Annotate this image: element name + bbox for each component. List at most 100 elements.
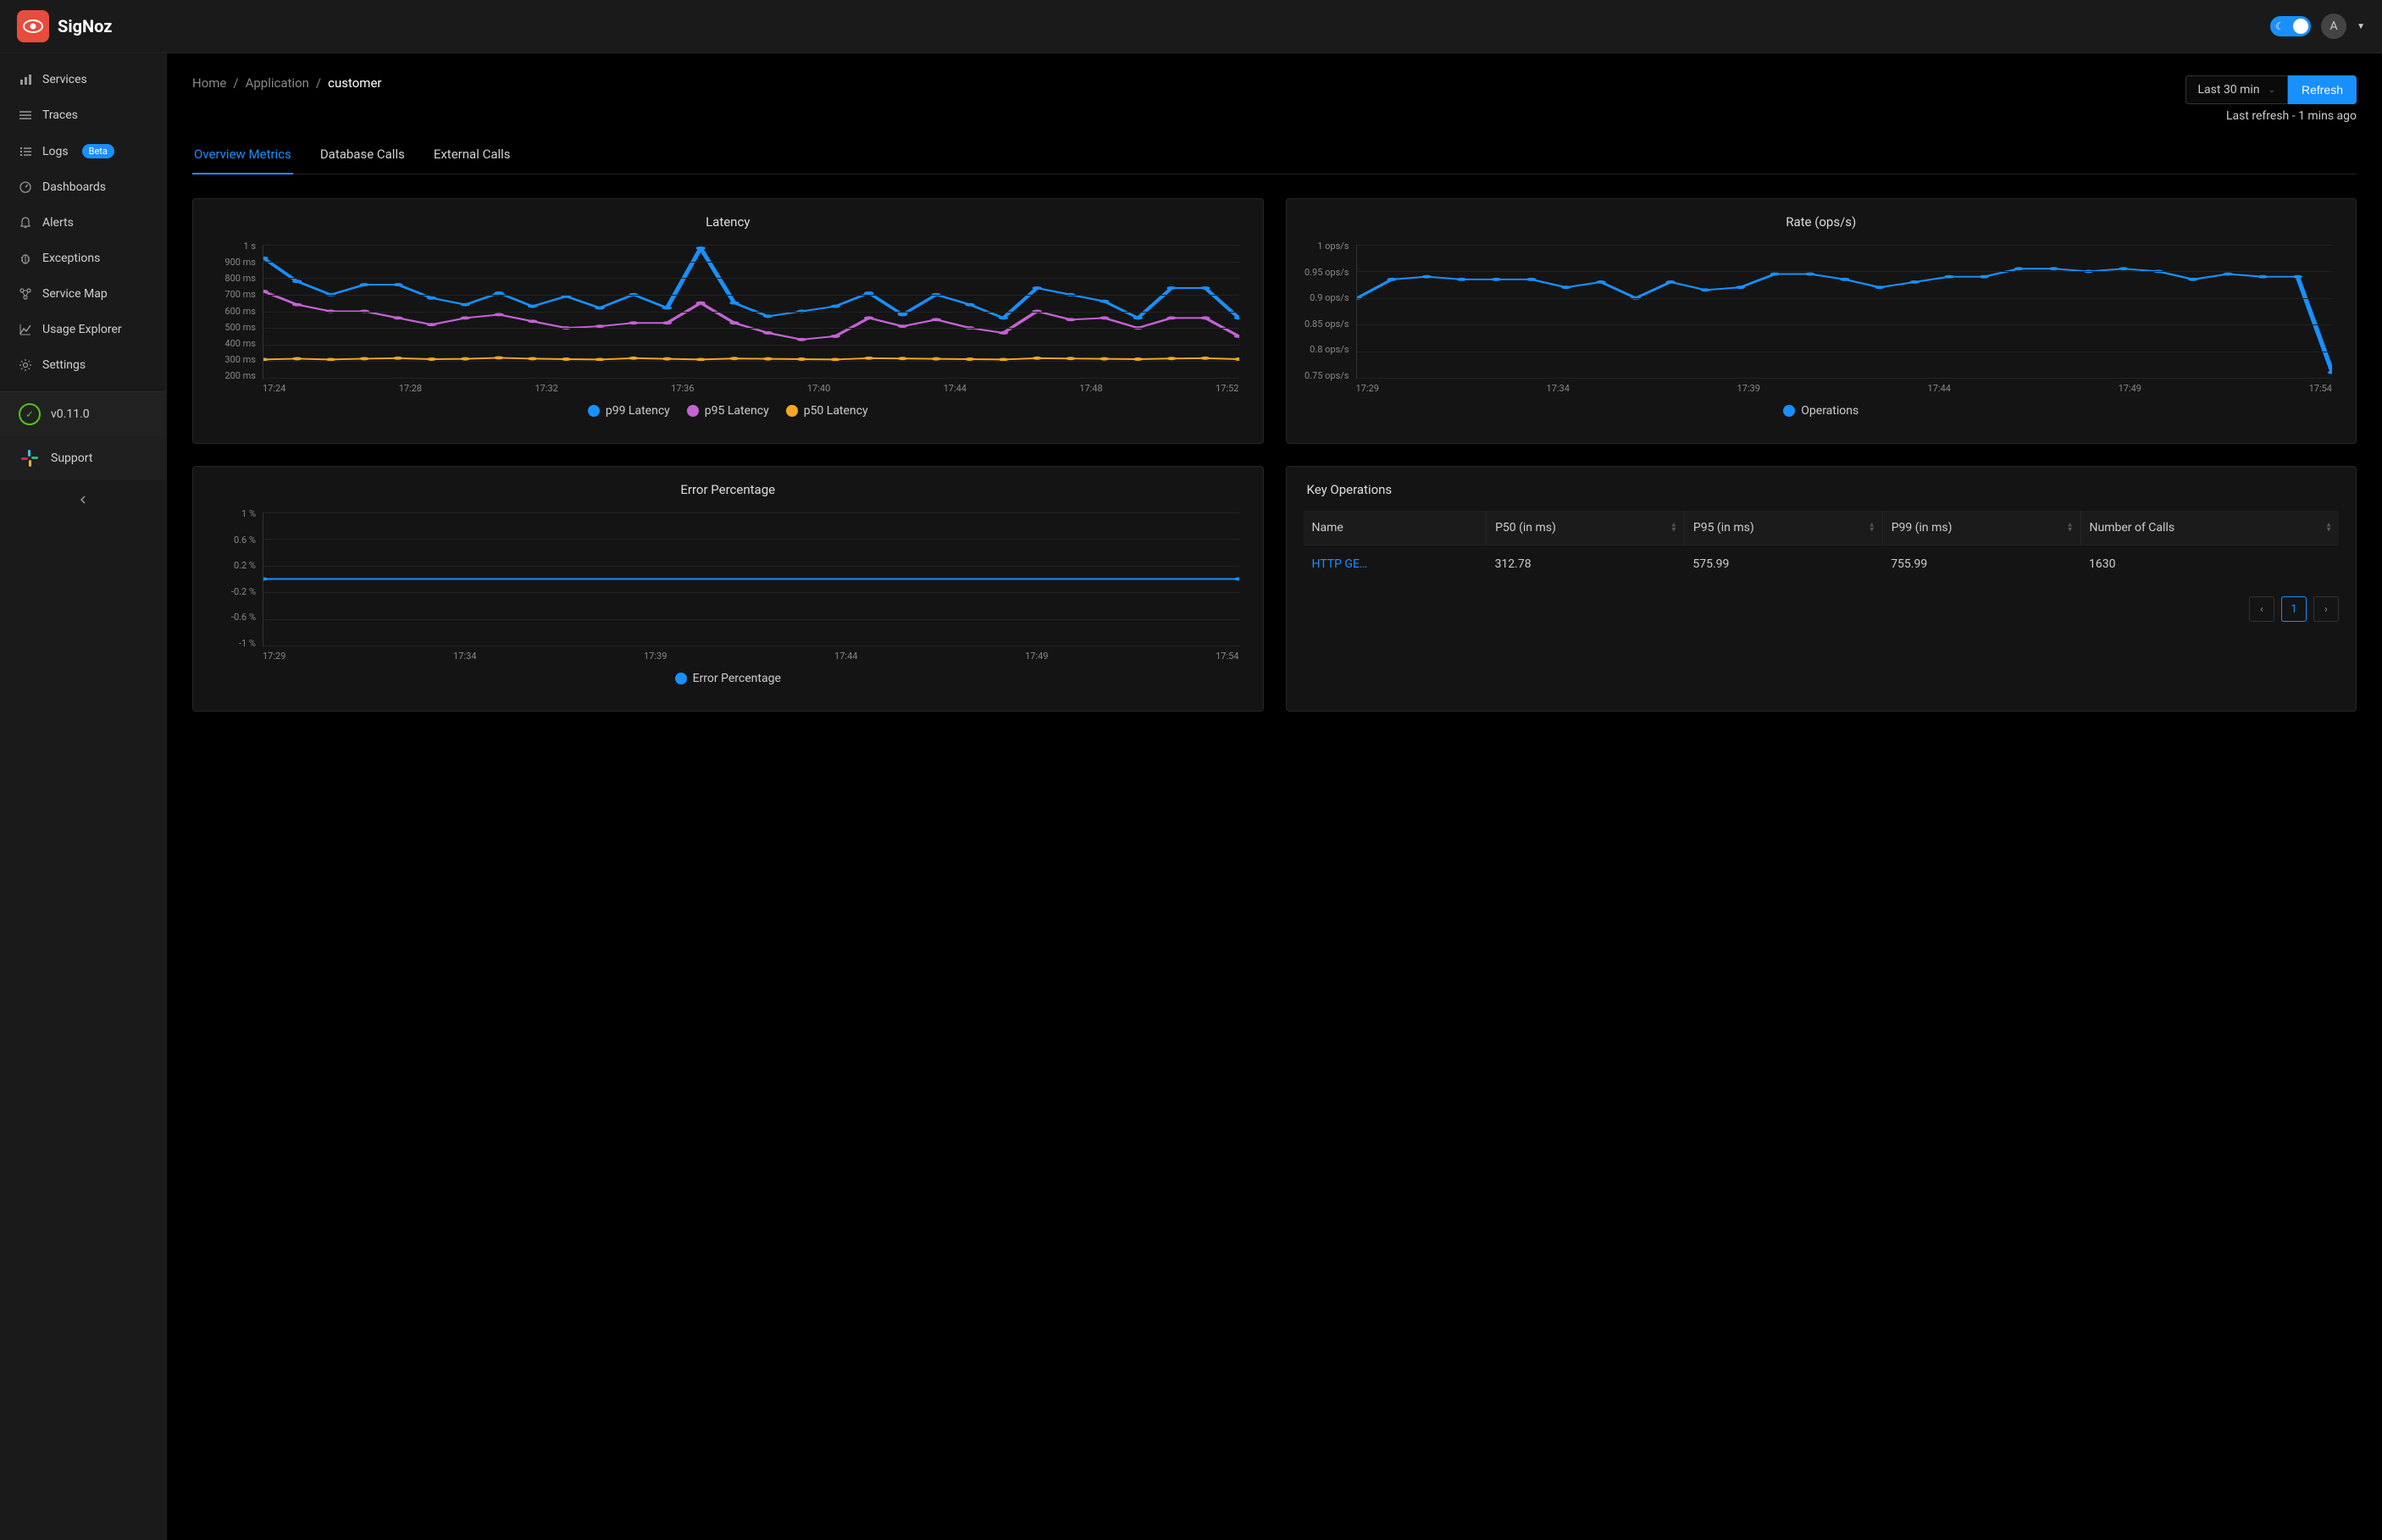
tab-overview-metrics[interactable]: Overview Metrics: [192, 138, 293, 174]
chevron-down-icon[interactable]: ▼: [2357, 22, 2365, 31]
sidebar-item-label: Logs: [42, 145, 69, 158]
key-operations-panel: Key Operations Name P50 (in ms)▲▼ P95 (i…: [1286, 466, 2357, 712]
time-range-label: Last 30 min: [2198, 83, 2260, 97]
sidebar-item-label: Services: [42, 73, 87, 86]
time-range-select[interactable]: Last 30 min ⌄: [2185, 75, 2288, 104]
sidebar-item-exceptions[interactable]: Exceptions: [0, 241, 166, 276]
panel-title: Error Percentage: [210, 482, 1246, 497]
table-row[interactable]: HTTP GE… 312.78 575.99 755.99 1630: [1304, 546, 2340, 584]
menu-lines-icon: [19, 110, 32, 120]
breadcrumb-current: customer: [328, 75, 381, 91]
panel-title: Rate (ops/s): [1304, 214, 2340, 230]
tabs: Overview Metrics Database Calls External…: [192, 138, 2357, 174]
sidebar-item-usage-explorer[interactable]: Usage Explorer: [0, 312, 166, 347]
sidebar-item-services[interactable]: Services: [0, 62, 166, 97]
support-label: Support: [51, 451, 92, 465]
dark-mode-toggle[interactable]: ☾: [2270, 16, 2311, 36]
last-refresh-text: Last refresh - 1 mins ago: [2226, 109, 2357, 123]
col-name[interactable]: Name: [1304, 511, 1487, 546]
sidebar-item-logs[interactable]: Logs Beta: [0, 133, 166, 169]
col-p50[interactable]: P50 (in ms)▲▼: [1487, 511, 1685, 546]
sidebar-item-support[interactable]: Support: [0, 436, 166, 480]
chevron-down-icon: ⌄: [2268, 86, 2275, 95]
sidebar-item-traces[interactable]: Traces: [0, 97, 166, 133]
moon-icon: ☾: [2275, 20, 2285, 32]
sidebar-item-version[interactable]: ✓ v0.11.0: [0, 392, 166, 436]
error-chart: 1 %0.6 %0.2 %-0.2 %-0.6 %-1 % 17:2917:34…: [210, 509, 1246, 662]
sidebar-item-label: Usage Explorer: [42, 323, 122, 336]
sidebar-item-alerts[interactable]: Alerts: [0, 205, 166, 241]
sidebar-item-label: Exceptions: [42, 252, 100, 265]
pagination: ‹ 1 ›: [1304, 596, 2340, 622]
bar-chart-icon: [19, 74, 32, 86]
col-calls[interactable]: Number of Calls▲▼: [2080, 511, 2339, 546]
version-label: v0.11.0: [51, 407, 90, 421]
legend-item[interactable]: Error Percentage: [675, 672, 781, 685]
col-p95[interactable]: P95 (in ms)▲▼: [1684, 511, 1882, 546]
panel-title: Latency: [210, 214, 1246, 230]
sidebar-collapse-button[interactable]: [0, 480, 166, 519]
tab-database-calls[interactable]: Database Calls: [319, 138, 407, 174]
error-panel: Error Percentage 1 %0.6 %0.2 %-0.2 %-0.6…: [192, 466, 1264, 712]
nodes-icon: [19, 288, 32, 300]
sidebar-item-dashboards[interactable]: Dashboards: [0, 169, 166, 205]
page-1-button[interactable]: 1: [2281, 596, 2307, 622]
logo-area: SigNoz: [17, 10, 112, 42]
prev-page-button[interactable]: ‹: [2249, 596, 2274, 622]
legend-dot-icon: [675, 673, 687, 684]
op-p95: 575.99: [1684, 546, 1882, 584]
breadcrumb-home[interactable]: Home: [192, 75, 226, 91]
line-chart-icon: [19, 324, 32, 335]
bug-icon: [19, 252, 32, 264]
col-p99[interactable]: P99 (in ms)▲▼: [1882, 511, 2080, 546]
tab-external-calls[interactable]: External Calls: [432, 138, 512, 174]
refresh-button[interactable]: Refresh: [2288, 75, 2357, 104]
legend-label: p99 Latency: [606, 404, 670, 418]
sort-icon: ▲▼: [1869, 523, 1875, 534]
avatar[interactable]: A: [2321, 14, 2346, 39]
topbar: SigNoz ☾ A ▼: [0, 0, 2382, 53]
sidebar-item-label: Settings: [42, 358, 86, 372]
beta-badge: Beta: [82, 144, 114, 158]
sidebar-item-label: Alerts: [42, 216, 74, 230]
legend-item[interactable]: p95 Latency: [687, 404, 769, 418]
gauge-icon: [19, 181, 32, 193]
rate-chart: 1 ops/s0.95 ops/s0.9 ops/s0.85 ops/s0.8 …: [1304, 241, 2340, 394]
sort-icon: ▲▼: [1670, 523, 1677, 534]
slack-icon: [19, 447, 41, 469]
key-operations-table: Name P50 (in ms)▲▼ P95 (in ms)▲▼ P99 (in…: [1304, 511, 2340, 583]
legend-item[interactable]: p50 Latency: [786, 404, 868, 418]
legend-label: Error Percentage: [693, 672, 781, 685]
op-calls: 1630: [2080, 546, 2339, 584]
sidebar-item-service-map[interactable]: Service Map: [0, 276, 166, 312]
legend-dot-icon: [687, 405, 699, 417]
sort-icon: ▲▼: [2067, 523, 2074, 534]
rate-panel: Rate (ops/s) 1 ops/s0.95 ops/s0.9 ops/s0…: [1286, 198, 2357, 444]
sidebar: Services Traces Logs Beta Dashboards: [0, 53, 167, 1540]
legend-item[interactable]: p99 Latency: [588, 404, 670, 418]
panel-title: Key Operations: [1304, 482, 2340, 511]
legend-label: p50 Latency: [804, 404, 868, 418]
breadcrumb-application[interactable]: Application: [246, 75, 309, 91]
legend-label: p95 Latency: [705, 404, 769, 418]
toggle-knob: [2293, 19, 2308, 34]
op-p99: 755.99: [1882, 546, 2080, 584]
legend-label: Operations: [1801, 404, 1859, 418]
legend-dot-icon: [1783, 405, 1795, 417]
legend-item[interactable]: Operations: [1783, 404, 1859, 418]
op-p50: 312.78: [1487, 546, 1685, 584]
next-page-button[interactable]: ›: [2313, 596, 2339, 622]
sidebar-item-label: Dashboards: [42, 180, 106, 194]
latency-chart: 1 s900 ms800 ms700 ms600 ms500 ms400 ms3…: [210, 241, 1246, 394]
op-name[interactable]: HTTP GE…: [1304, 546, 1487, 584]
breadcrumb: Home / Application / customer: [192, 75, 382, 91]
gear-icon: [19, 359, 32, 371]
list-icon: [19, 147, 32, 157]
sort-icon: ▲▼: [2325, 523, 2332, 534]
check-circle-icon: ✓: [19, 403, 41, 425]
brand-name: SigNoz: [58, 16, 112, 36]
latency-panel: Latency 1 s900 ms800 ms700 ms600 ms500 m…: [192, 198, 1264, 444]
sidebar-item-settings[interactable]: Settings: [0, 347, 166, 383]
sidebar-item-label: Service Map: [42, 287, 108, 301]
logo-icon: [17, 10, 49, 42]
